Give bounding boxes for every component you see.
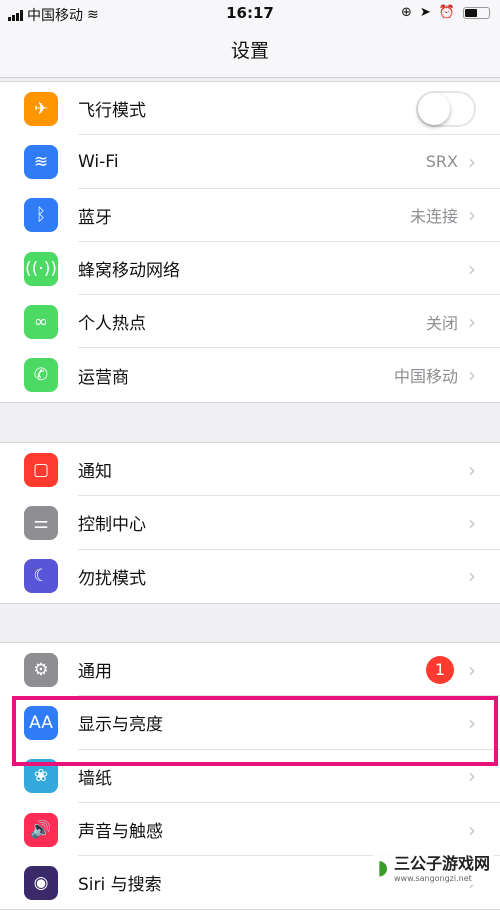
status-bar: 中国移动 ≋ 16:17 ⊕ ➤ ⏰ [0, 0, 500, 28]
row-label: 个人热点 [78, 314, 146, 335]
watermark-name: 三公子游戏网 [393, 854, 490, 873]
wallpaper-icon: ❀ [24, 759, 58, 794]
row-label: 墙纸 [78, 768, 112, 789]
settings-row[interactable]: ⚙ 通用 1 › [0, 643, 500, 697]
hotspot-icon: ∞ [24, 304, 58, 339]
settings-row[interactable]: ❀ 墙纸 › [0, 750, 500, 804]
cellular-icon: ((·)) [24, 251, 58, 286]
row-label: Wi-Fi [78, 151, 119, 172]
chevron-right-icon: › [468, 564, 476, 589]
settings-section: ▢ 通知 › ⚌ 控制中心 › ☾ 勿扰模式 › [0, 442, 500, 604]
location-icon: ➤ [419, 5, 431, 20]
settings-section: ✈ 飞行模式 ≋ Wi-Fi SRX › ᛒ 蓝牙 未连接 › ((·)) 蜂窝移动网络… [0, 81, 500, 403]
row-label: 通用 [78, 662, 112, 683]
notification-badge: 1 [426, 655, 454, 684]
airplane-mode-toggle[interactable] [416, 90, 476, 127]
chevron-right-icon: › [468, 309, 476, 334]
watermark: ◗ 三公子游戏网 www.sangongzi.net [373, 848, 494, 885]
control-center-icon: ⚌ [24, 505, 58, 540]
chevron-right-icon: › [468, 363, 476, 388]
notification-icon: ▢ [24, 452, 58, 487]
row-label: 控制中心 [78, 515, 146, 536]
page-title: 设置 [0, 28, 500, 78]
display-icon: AA [24, 705, 58, 740]
settings-row[interactable]: ▢ 通知 › [0, 443, 500, 497]
row-value: 关闭 [425, 313, 458, 333]
alarm-icon: ⏰ [438, 5, 455, 20]
chevron-right-icon: › [468, 457, 476, 482]
watermark-url: www.sangongzi.net [393, 874, 472, 883]
settings-row[interactable]: ᛒ 蓝牙 未连接 › [0, 189, 500, 243]
gear-icon: ⚙ [24, 652, 58, 687]
chevron-right-icon: › [468, 256, 476, 281]
row-label: 蜂窝移动网络 [78, 261, 180, 282]
battery-icon [463, 6, 490, 19]
chevron-right-icon: › [468, 817, 476, 842]
phone-icon: ✆ [24, 358, 58, 393]
settings-row[interactable]: ≋ Wi-Fi SRX › [0, 135, 500, 189]
settings-row[interactable]: ∞ 个人热点 关闭 › [0, 295, 500, 349]
settings-row[interactable]: ✈ 飞行模式 [0, 82, 500, 136]
chevron-right-icon: › [468, 203, 476, 228]
bluetooth-icon: ᛒ [24, 198, 58, 233]
row-label: 显示与亮度 [78, 715, 163, 736]
airplane-icon: ✈ [24, 91, 58, 126]
settings-row[interactable]: ☾ 勿扰模式 › [0, 550, 500, 603]
settings-row[interactable]: ✆ 运营商 中国移动 › [0, 348, 500, 401]
row-value: 未连接 [409, 207, 458, 227]
rotation-lock-icon: ⊕ [401, 5, 412, 20]
row-label: 勿扰模式 [78, 568, 146, 589]
chevron-right-icon: › [468, 710, 476, 735]
settings-row[interactable]: ((·)) 蜂窝移动网络 › [0, 242, 500, 296]
sound-icon: 🔊 [24, 812, 58, 847]
chevron-right-icon: › [468, 510, 476, 535]
chevron-right-icon: › [468, 764, 476, 789]
watermark-logo-icon: ◗ [377, 854, 388, 879]
row-label: 飞行模式 [78, 101, 146, 122]
chevron-right-icon: › [468, 149, 476, 174]
settings-row[interactable]: AA 显示与亮度 › [0, 696, 500, 750]
row-value: SRX [425, 152, 458, 172]
wifi-icon: ≋ [24, 144, 58, 179]
row-label: 通知 [78, 462, 112, 483]
row-value: 中国移动 [393, 367, 458, 387]
chevron-right-icon: › [468, 657, 476, 682]
row-label: 声音与触感 [78, 822, 163, 843]
siri-icon: ◉ [24, 865, 58, 900]
row-label: 蓝牙 [78, 207, 112, 228]
row-label: 运营商 [78, 367, 129, 388]
moon-icon: ☾ [24, 559, 58, 594]
settings-row[interactable]: ⚌ 控制中心 › [0, 496, 500, 550]
